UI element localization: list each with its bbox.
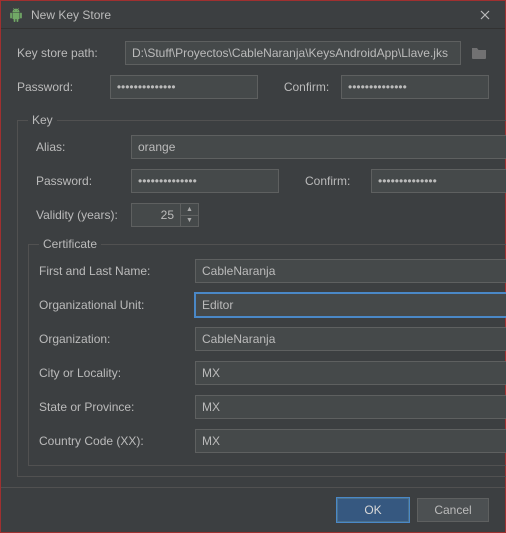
key-password-row: Password: Confirm:	[28, 169, 506, 193]
keystore-password-row: Password: Confirm:	[17, 75, 489, 99]
key-legend: Key	[28, 113, 57, 127]
country-input[interactable]	[195, 429, 506, 453]
ok-button[interactable]: OK	[337, 498, 409, 522]
key-password-label: Password:	[28, 174, 123, 188]
keystore-confirm-input[interactable]	[341, 75, 489, 99]
alias-label: Alias:	[28, 140, 123, 154]
first-last-input[interactable]	[195, 259, 506, 283]
country-row: Country Code (XX):	[39, 429, 506, 453]
window-title: New Key Store	[31, 8, 473, 22]
validity-row: Validity (years): ▲ ▼	[28, 203, 506, 227]
org-label: Organization:	[39, 332, 187, 346]
keystore-path-label: Key store path:	[17, 46, 117, 60]
certificate-legend: Certificate	[39, 237, 101, 251]
validity-input[interactable]	[132, 204, 180, 226]
state-label: State or Province:	[39, 400, 187, 414]
android-icon	[9, 8, 23, 22]
org-unit-row: Organizational Unit:	[39, 293, 506, 317]
keystore-path-input[interactable]	[125, 41, 461, 65]
org-row: Organization:	[39, 327, 506, 351]
keystore-password-input[interactable]	[110, 75, 258, 99]
key-password-input[interactable]	[131, 169, 279, 193]
org-input[interactable]	[195, 327, 506, 351]
validity-spinner[interactable]: ▲ ▼	[131, 203, 199, 227]
org-unit-input[interactable]	[195, 293, 506, 317]
key-confirm-input[interactable]	[371, 169, 506, 193]
cancel-button[interactable]: Cancel	[417, 498, 489, 522]
dialog-footer: OK Cancel	[1, 487, 505, 532]
dialog-content: Key store path: Password: Confirm: Key A…	[1, 29, 505, 487]
city-input[interactable]	[195, 361, 506, 385]
state-row: State or Province:	[39, 395, 506, 419]
validity-label: Validity (years):	[28, 208, 123, 222]
alias-row: Alias:	[28, 135, 506, 159]
city-row: City or Locality:	[39, 361, 506, 385]
close-icon[interactable]	[473, 3, 497, 27]
spinner-down-icon[interactable]: ▼	[181, 216, 198, 227]
keystore-confirm-label: Confirm:	[284, 80, 333, 94]
keystore-path-row: Key store path:	[17, 41, 489, 65]
key-confirm-label: Confirm:	[305, 174, 363, 188]
state-input[interactable]	[195, 395, 506, 419]
alias-input[interactable]	[131, 135, 506, 159]
city-label: City or Locality:	[39, 366, 187, 380]
key-fieldset: Key Alias: Password: Confirm: Validity (…	[17, 113, 506, 477]
org-unit-label: Organizational Unit:	[39, 298, 187, 312]
certificate-fieldset: Certificate First and Last Name: Organiz…	[28, 237, 506, 466]
first-last-label: First and Last Name:	[39, 264, 187, 278]
country-label: Country Code (XX):	[39, 434, 187, 448]
browse-folder-icon[interactable]	[469, 43, 489, 63]
first-last-row: First and Last Name:	[39, 259, 506, 283]
titlebar: New Key Store	[1, 1, 505, 29]
spinner-up-icon[interactable]: ▲	[181, 204, 198, 216]
keystore-password-label: Password:	[17, 80, 102, 94]
